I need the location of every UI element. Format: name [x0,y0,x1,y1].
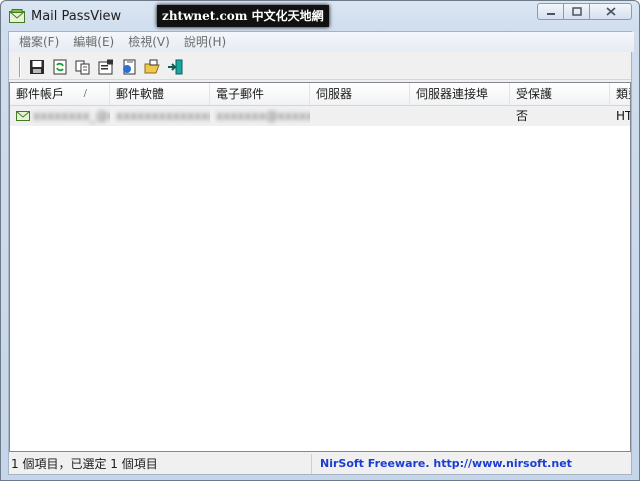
cell-email: xxxxxxx@xxxxx [210,106,310,126]
cell-protected: 否 [516,109,529,123]
cell-account: xxxxxxxx_@xx [10,106,110,126]
sort-indicator: / [83,88,87,99]
report-icon [122,59,135,74]
exit-button[interactable] [163,56,186,78]
nirsoft-link[interactable]: NirSoft Freeware. http://www.nirsoft.net [312,454,572,474]
watermark: zhtwnet.com 中文化天地網 [157,5,329,27]
column-label: 郵件帳戶 [16,87,65,101]
copy-icon [75,60,89,74]
restore-icon [571,7,582,16]
html-report-button[interactable] [117,56,140,78]
accounts-list[interactable]: 郵件帳戶 / 郵件軟體 電子郵件 伺服器 伺服器連接埠 受保護 類型 xxxxx… [9,82,631,452]
open-folder-icon [144,59,160,73]
menu-help[interactable]: 說明(H) [177,32,233,52]
status-bar: 1 個項目，已選定 1 個項目 NirSoft Freeware. http:/… [9,454,631,474]
column-header-server[interactable]: 伺服器 [310,83,410,105]
column-header-type[interactable]: 類型 [610,83,630,105]
client-area: 檔案(F) 編輯(E) 檢視(V) 說明(H) 郵件帳戶 / 郵件軟體 電子郵件… [8,31,634,475]
minimize-button[interactable] [537,3,564,20]
refresh-button[interactable] [48,56,71,78]
column-header-app[interactable]: 郵件軟體 [110,83,210,105]
menu-edit[interactable]: 編輯(E) [66,32,121,52]
cell-server [310,106,410,126]
close-icon [605,7,616,16]
toolbar-grip [19,56,21,77]
save-button[interactable] [25,56,48,78]
menu-view[interactable]: 檢視(V) [121,32,177,52]
properties-icon [98,59,113,74]
cell-port [410,106,510,126]
column-header-account[interactable]: 郵件帳戶 / [10,83,110,105]
save-icon [29,59,44,74]
column-header-protected[interactable]: 受保護 [510,83,610,105]
list-header: 郵件帳戶 / 郵件軟體 電子郵件 伺服器 伺服器連接埠 受保護 類型 [10,83,630,106]
minimize-icon [546,12,555,15]
open-folder-button[interactable] [140,56,163,78]
toolbar [9,54,631,80]
table-row[interactable]: xxxxxxxx_@xx xxxxxxxxxxxxxxx xxxxxxx@xxx… [10,106,631,126]
maximize-button[interactable] [564,3,589,20]
app-window: Mail PassView zhtwnet.com 中文化天地網 檔案(F) 編… [0,0,640,481]
envelope-icon [9,9,25,23]
menu-file[interactable]: 檔案(F) [12,32,66,52]
cell-type: HTTP [616,109,631,123]
close-button[interactable] [589,3,632,20]
blurred-text: xxxxxxxxxxxxxxx [116,109,210,123]
caption-buttons [537,3,632,20]
title-bar[interactable]: Mail PassView zhtwnet.com 中文化天地網 [1,1,639,31]
column-header-email[interactable]: 電子郵件 [210,83,310,105]
refresh-icon [53,59,66,74]
envelope-icon [16,111,30,121]
status-item-count: 1 個項目，已選定 1 個項目 [9,454,312,474]
exit-icon [167,59,182,74]
window-title: Mail PassView [31,9,122,24]
copy-button[interactable] [71,56,94,78]
menu-bar: 檔案(F) 編輯(E) 檢視(V) 說明(H) [9,32,634,52]
cell-app: xxxxxxxxxxxxxxx [110,106,210,126]
blurred-text: xxxxxxxx_@xx [33,109,110,123]
column-header-port[interactable]: 伺服器連接埠 [410,83,510,105]
blurred-text: xxxxxxx@xxxxx [216,109,310,123]
properties-button[interactable] [94,56,117,78]
